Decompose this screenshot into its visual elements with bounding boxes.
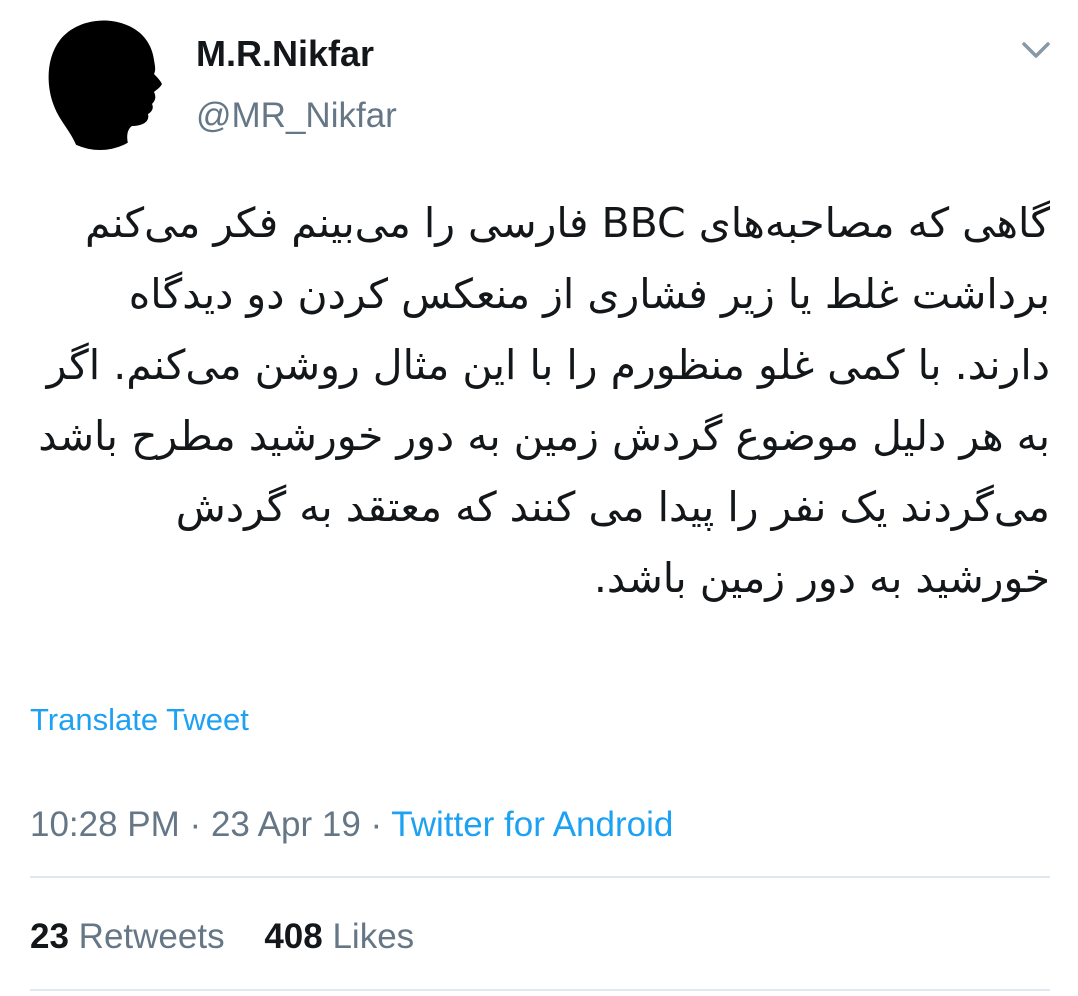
tweet-card: M.R.Nikfar @MR_Nikfar گاهی که مصاحبه‌های… — [0, 0, 1078, 996]
likes-stat[interactable]: 408 Likes — [264, 917, 414, 957]
retweets-stat[interactable]: 23 Retweets — [30, 917, 225, 957]
tweet-stats: 23 Retweets 408 Likes — [30, 917, 414, 957]
retweets-count: 23 — [30, 917, 69, 956]
tweet-metadata: 10:28 PM · 23 Apr 19 · Twitter for Andro… — [30, 805, 673, 845]
meta-separator: · — [189, 805, 202, 844]
likes-count: 408 — [264, 917, 323, 956]
tweet-menu-button[interactable] — [1016, 34, 1056, 66]
author-display-name[interactable]: M.R.Nikfar — [196, 33, 374, 75]
translate-tweet-link[interactable]: Translate Tweet — [30, 702, 249, 738]
silhouette-avatar-icon — [48, 20, 162, 150]
tweet-text: گاهی که مصاحبه‌های BBC فارسی را می‌بینم … — [38, 199, 1050, 602]
meta-separator: · — [370, 805, 383, 844]
tweet-source-link[interactable]: Twitter for Android — [391, 805, 673, 844]
divider — [30, 989, 1050, 991]
chevron-down-icon — [1022, 42, 1050, 58]
likes-label: Likes — [332, 917, 415, 956]
author-handle[interactable]: @MR_Nikfar — [196, 96, 397, 136]
tweet-time: 10:28 PM — [30, 805, 180, 844]
author-avatar[interactable] — [38, 14, 162, 150]
retweets-label: Retweets — [78, 917, 225, 956]
tweet-date: 23 Apr 19 — [210, 805, 361, 844]
divider — [30, 876, 1050, 878]
